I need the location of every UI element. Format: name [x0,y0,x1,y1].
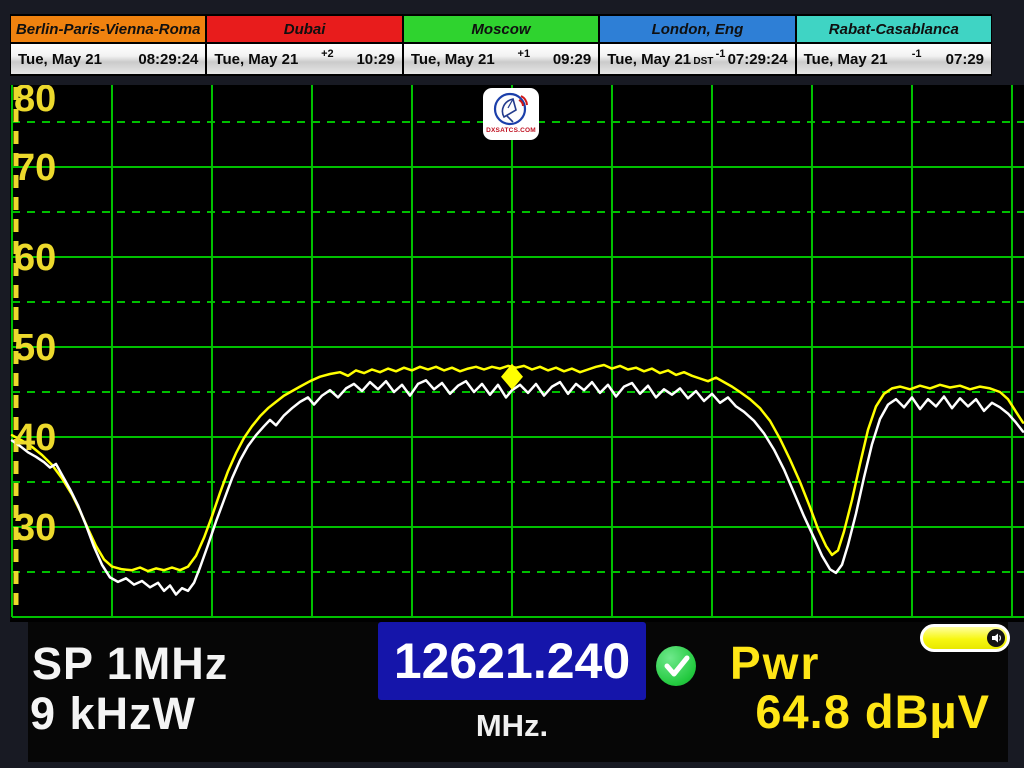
time-label: 07:29:24 [728,51,788,68]
date-label: Tue, May 21 [18,51,102,68]
satellite-dish-icon [492,90,530,128]
spectrum-plot-area: 80 70 60 50 40 30 DXSATCS.COM [10,85,1024,622]
time-cell-berlin: Tue, May 21 08:29:24 [10,44,206,76]
y-tick-label: 40 [14,417,56,459]
readout-panel: SP 1MHz 9 kHzW 12621.240 MHz. Pwr 64.8 d… [28,622,1008,762]
lock-check-icon [656,646,696,686]
dxsatcs-logo: DXSATCS.COM [483,88,539,140]
rbw-label: 9 kHzW [30,688,196,740]
frequency-unit-label: MHz. [378,708,646,744]
city-cell-rabat: Rabat-Casablanca [796,14,992,44]
date-label: Tue, May 21 [804,51,888,68]
city-label: Moscow [471,21,530,38]
time-label: 10:29 [356,51,394,68]
y-tick-label: 70 [14,147,56,189]
logo-text: DXSATCS.COM [486,127,536,134]
power-label: Pwr [730,636,820,690]
world-clock-bar: Berlin-Paris-Vienna-Roma Dubai Moscow Lo… [10,14,992,76]
trace-live [12,380,1023,594]
time-label: 07:29 [946,51,984,68]
spectrum-chart: 80 70 60 50 40 30 [10,85,1024,622]
city-cell-london: London, Eng [599,14,795,44]
time-cell-rabat: Tue, May 21 -1 07:29 [796,44,992,76]
y-tick-label: 50 [14,327,56,369]
y-tick-label: 30 [14,507,56,549]
audio-toggle[interactable] [920,624,1010,652]
time-cell-london: Tue, May 21 DST -1 07:29:24 [599,44,795,76]
time-row: Tue, May 21 08:29:24 Tue, May 21 +2 10:2… [10,44,992,76]
span-label: SP 1MHz [32,638,228,690]
city-cell-moscow: Moscow [403,14,599,44]
date-label: Tue, May 21 [411,51,495,68]
utc-offset: +2 [321,48,334,60]
power-value: 64.8 dBµV [755,684,990,739]
city-label: London, Eng [652,21,744,38]
utc-offset: -1 [716,48,726,60]
city-cell-dubai: Dubai [206,14,402,44]
time-label: 08:29:24 [138,51,198,68]
time-cell-moscow: Tue, May 21 +1 09:29 [403,44,599,76]
frequency-display[interactable]: 12621.240 [378,622,646,700]
trace-max-hold [12,365,1023,571]
y-tick-label: 80 [14,85,56,120]
y-tick-label: 60 [14,237,56,279]
utc-offset: +1 [518,48,531,60]
utc-offset: -1 [912,48,922,60]
dst-label: DST [693,56,713,67]
city-cell-berlin: Berlin-Paris-Vienna-Roma [10,14,206,44]
city-label: Rabat-Casablanca [829,21,959,38]
date-label: Tue, May 21 [607,51,691,68]
city-label: Berlin-Paris-Vienna-Roma [16,21,201,38]
city-row: Berlin-Paris-Vienna-Roma Dubai Moscow Lo… [10,14,992,44]
time-cell-dubai: Tue, May 21 +2 10:29 [206,44,402,76]
speaker-icon [987,629,1005,647]
date-label: Tue, May 21 [214,51,298,68]
time-label: 09:29 [553,51,591,68]
city-label: Dubai [284,21,326,38]
